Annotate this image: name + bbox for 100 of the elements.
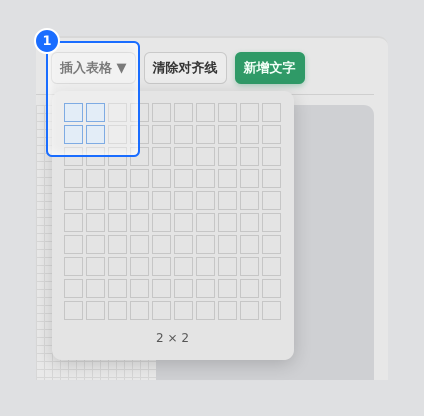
grid-cell[interactable] — [130, 191, 149, 210]
grid-cell[interactable] — [196, 235, 215, 254]
grid-cell[interactable] — [64, 103, 83, 122]
grid-cell[interactable] — [262, 191, 281, 210]
grid-cell[interactable] — [262, 103, 281, 122]
grid-cell[interactable] — [108, 235, 127, 254]
grid-cell[interactable] — [108, 301, 127, 320]
grid-cell[interactable] — [130, 257, 149, 276]
grid-cell[interactable] — [262, 279, 281, 298]
grid-cell[interactable] — [64, 235, 83, 254]
grid-cell[interactable] — [152, 125, 171, 144]
grid-cell[interactable] — [130, 213, 149, 232]
grid-cell[interactable] — [152, 301, 171, 320]
grid-cell[interactable] — [130, 169, 149, 188]
grid-cell[interactable] — [130, 103, 149, 122]
grid-cell[interactable] — [240, 125, 259, 144]
grid-cell[interactable] — [130, 301, 149, 320]
grid-cell[interactable] — [196, 279, 215, 298]
grid-cell[interactable] — [218, 235, 237, 254]
grid-cell[interactable] — [64, 279, 83, 298]
grid-cell[interactable] — [262, 125, 281, 144]
grid-cell[interactable] — [218, 169, 237, 188]
grid-cell[interactable] — [86, 169, 105, 188]
grid-cell[interactable] — [196, 301, 215, 320]
grid-cell[interactable] — [86, 213, 105, 232]
grid-cell[interactable] — [152, 257, 171, 276]
grid-cell[interactable] — [130, 125, 149, 144]
clear-guides-button[interactable]: 清除对齐线 — [144, 52, 227, 84]
grid-cell[interactable] — [174, 279, 193, 298]
dropdown-button[interactable]: 插入表格 ▼ — [51, 52, 136, 84]
grid-cell[interactable] — [196, 103, 215, 122]
grid-cell[interactable] — [130, 147, 149, 166]
grid-cell[interactable] — [262, 301, 281, 320]
grid-cell[interactable] — [240, 147, 259, 166]
grid-cell[interactable] — [86, 125, 105, 144]
grid-cell[interactable] — [174, 235, 193, 254]
grid-cell[interactable] — [64, 257, 83, 276]
grid-cell[interactable] — [86, 279, 105, 298]
grid-cell[interactable] — [262, 257, 281, 276]
grid-cell[interactable] — [240, 169, 259, 188]
grid-cell[interactable] — [174, 103, 193, 122]
grid-cell[interactable] — [86, 301, 105, 320]
grid-cell[interactable] — [108, 191, 127, 210]
grid-cell[interactable] — [218, 147, 237, 166]
grid-cell[interactable] — [262, 169, 281, 188]
grid-cell[interactable] — [196, 125, 215, 144]
grid-cell[interactable] — [174, 213, 193, 232]
grid-cell[interactable] — [262, 147, 281, 166]
grid-cell[interactable] — [240, 213, 259, 232]
grid-cell[interactable] — [64, 191, 83, 210]
grid-cell[interactable] — [262, 213, 281, 232]
grid-cell[interactable] — [218, 125, 237, 144]
grid-cell[interactable] — [130, 235, 149, 254]
grid-cell[interactable] — [240, 103, 259, 122]
grid-cell[interactable] — [152, 213, 171, 232]
grid-cell[interactable] — [196, 257, 215, 276]
grid-cell[interactable] — [64, 169, 83, 188]
grid-cell[interactable] — [174, 169, 193, 188]
grid-cell[interactable] — [152, 191, 171, 210]
grid-cell[interactable] — [218, 213, 237, 232]
grid-cell[interactable] — [174, 191, 193, 210]
grid-cell[interactable] — [262, 235, 281, 254]
grid-cell[interactable] — [174, 301, 193, 320]
grid-cell[interactable] — [86, 103, 105, 122]
grid-cell[interactable] — [86, 147, 105, 166]
grid-cell[interactable] — [240, 235, 259, 254]
grid-cell[interactable] — [108, 169, 127, 188]
grid-cell[interactable] — [174, 257, 193, 276]
grid-cell[interactable] — [174, 125, 193, 144]
grid-cell[interactable] — [108, 147, 127, 166]
grid-cell[interactable] — [152, 169, 171, 188]
grid-cell[interactable] — [240, 191, 259, 210]
grid-cell[interactable] — [152, 147, 171, 166]
grid-cell[interactable] — [196, 191, 215, 210]
grid-cell[interactable] — [108, 257, 127, 276]
grid-cell[interactable] — [218, 301, 237, 320]
grid-cell[interactable] — [174, 147, 193, 166]
grid-cell[interactable] — [64, 125, 83, 144]
grid-cell[interactable] — [240, 257, 259, 276]
grid-cell[interactable] — [152, 103, 171, 122]
grid-cell[interactable] — [196, 147, 215, 166]
grid-cell[interactable] — [130, 279, 149, 298]
add-text-button[interactable]: 新增文字 — [234, 52, 305, 84]
grid-cell[interactable] — [108, 279, 127, 298]
grid-cell[interactable] — [86, 191, 105, 210]
grid-cell[interactable] — [196, 213, 215, 232]
grid-cell[interactable] — [218, 103, 237, 122]
grid-cell[interactable] — [86, 235, 105, 254]
grid-cell[interactable] — [64, 147, 83, 166]
grid-cell[interactable] — [152, 279, 171, 298]
grid-cell[interactable] — [152, 235, 171, 254]
grid-cell[interactable] — [218, 191, 237, 210]
grid-cell[interactable] — [218, 279, 237, 298]
grid-cell[interactable] — [196, 169, 215, 188]
grid-cell[interactable] — [64, 301, 83, 320]
grid-cell[interactable] — [64, 213, 83, 232]
grid-cell[interactable] — [218, 257, 237, 276]
grid-cell[interactable] — [240, 301, 259, 320]
grid-cell[interactable] — [240, 279, 259, 298]
grid-cell[interactable] — [108, 213, 127, 232]
